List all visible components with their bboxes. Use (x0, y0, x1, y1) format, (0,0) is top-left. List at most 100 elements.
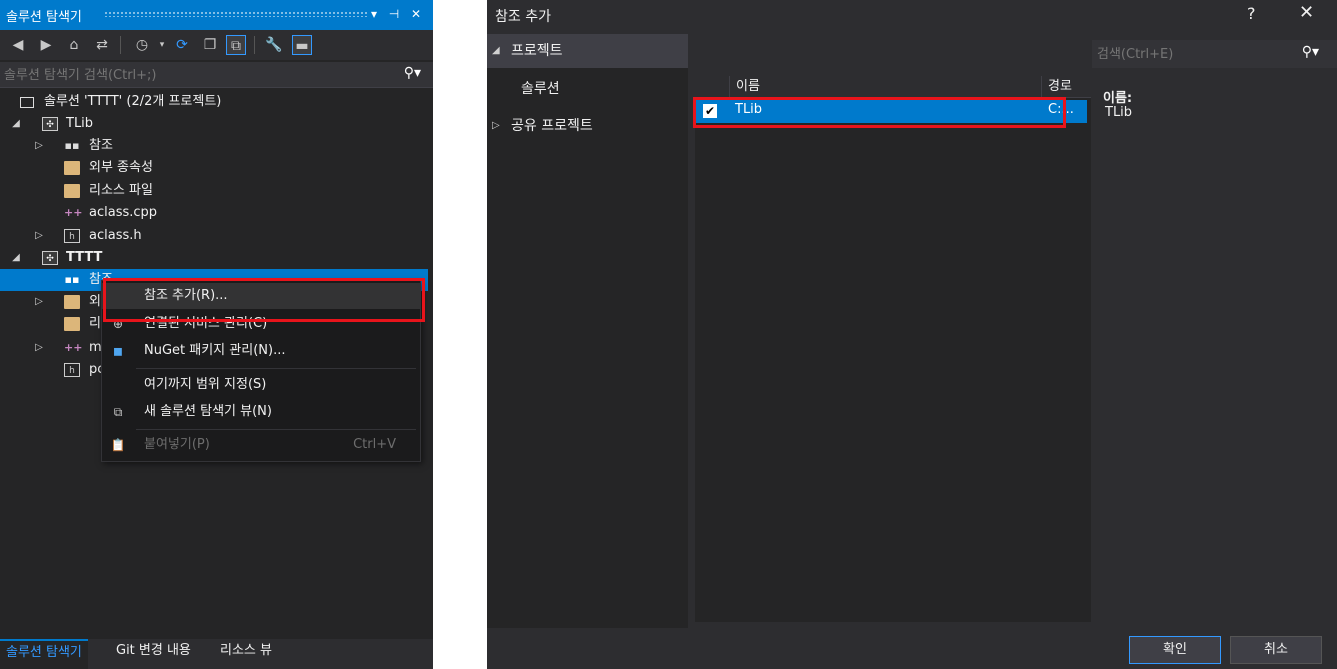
folder-icon (64, 295, 80, 309)
expanded-arrow-icon[interactable]: ◢ (492, 34, 500, 68)
solution-explorer-panel: 솔루션 탐색기 ▾ ⊣ ✕ ◀ ▶ ⌂ ⇄ ◷ ▾ ⟳ ❐ ⧉ 🔧 ▬ ⚲▾ 솔… (0, 0, 433, 669)
menu-item-paste[interactable]: 📋 붙여넣기(P) Ctrl+V (102, 432, 420, 458)
tree-item-label: 리 (89, 316, 101, 331)
folder-icon (64, 317, 80, 331)
tree-item-label: aclass.cpp (89, 205, 158, 220)
tree-item-label: 외 (89, 294, 101, 309)
nav-label: 솔루션 (521, 81, 560, 97)
menu-item-label: 여기까지 범위 지정(S) (144, 377, 267, 392)
tree-item-label: aclass.h (89, 228, 142, 243)
cpp-project-icon: ✣ (42, 117, 58, 131)
collapsed-arrow-icon[interactable]: ▷ (33, 337, 45, 359)
menu-item-label: 새 솔루션 탐색기 뷰(N) (144, 404, 272, 419)
nav-solution[interactable]: 솔루션 (487, 72, 688, 106)
pin-icon[interactable]: ⊣ (386, 5, 402, 23)
references-icon: ▪▪ (64, 139, 80, 152)
new-view-icon: ⧉ (113, 405, 123, 419)
tree-item-aclass-h[interactable]: ▷ h aclass.h (0, 225, 433, 247)
collapsed-arrow-icon[interactable]: ▷ (33, 135, 45, 157)
list-header: 이름 경로 (695, 76, 1091, 98)
search-icon[interactable]: ⚲▾ (1302, 44, 1319, 60)
tab-resource-view[interactable]: 리소스 뷰 (214, 639, 278, 669)
cancel-button[interactable]: 취소 (1230, 636, 1322, 664)
tree-item-label: 참조 (89, 138, 113, 153)
collapsed-arrow-icon[interactable]: ▷ (492, 109, 500, 143)
tree-item-resource-files[interactable]: 리소스 파일 (0, 180, 433, 202)
forward-icon[interactable]: ▶ (36, 35, 56, 55)
detail-name-value: TLib (1105, 105, 1133, 120)
tree-item-label: m (89, 340, 102, 355)
menu-separator (136, 368, 416, 369)
tree-item-aclass-cpp[interactable]: ++ aclass.cpp (0, 202, 433, 224)
cpp-file-icon: ++ (64, 341, 83, 354)
menu-item-label: 붙여넣기(P) (144, 437, 210, 452)
menu-item-shortcut: Ctrl+V (353, 437, 396, 452)
header-file-icon: h (64, 363, 80, 377)
ok-button[interactable]: 확인 (1129, 636, 1221, 664)
nav-label: 프로젝트 (511, 43, 563, 59)
expanded-arrow-icon[interactable]: ◢ (10, 113, 22, 135)
cpp-file-icon: ++ (64, 206, 83, 219)
switch-views-icon[interactable]: ⇄ (92, 35, 112, 55)
nav-label: 공유 프로젝트 (511, 118, 593, 134)
nuget-icon: ◼ (113, 344, 123, 358)
pending-changes-filter-icon[interactable]: ◷ (132, 35, 152, 55)
tree-item-label: TTTT (66, 250, 103, 265)
close-icon[interactable]: ✕ (1299, 2, 1314, 23)
toolbar-separator (120, 36, 121, 54)
column-header-name[interactable]: 이름 (729, 76, 1041, 98)
solution-explorer-bottom-tabs: 솔루션 탐색기 Git 변경 내용 리소스 뷰 (0, 639, 433, 669)
dialog-titlebar: 참조 추가 ? ✕ (487, 0, 1337, 32)
show-all-files-icon[interactable]: ⧉ (226, 35, 246, 55)
folder-icon (64, 161, 80, 175)
chevron-down-icon[interactable]: ▾ (152, 35, 172, 55)
collapse-all-icon[interactable]: ❐ (200, 35, 220, 55)
column-header-path[interactable]: 경로 (1041, 76, 1087, 98)
solution-explorer-title: 솔루션 탐색기 (6, 10, 82, 25)
detail-name-label: 이름: (1103, 91, 1133, 106)
menu-item-scope-to-this[interactable]: 여기까지 범위 지정(S) (102, 372, 420, 398)
collapsed-arrow-icon[interactable]: ▷ (33, 225, 45, 247)
solution-icon (20, 97, 34, 108)
sync-icon[interactable]: ⟳ (172, 35, 192, 55)
properties-wrench-icon[interactable]: 🔧 (264, 35, 284, 55)
tab-git-changes[interactable]: Git 변경 내용 (110, 639, 197, 669)
tree-item-project-tlib[interactable]: ◢ ✣ TLib (0, 113, 433, 135)
tree-item-external-dependencies[interactable]: 외부 종속성 (0, 157, 433, 179)
solution-explorer-toolbar: ◀ ▶ ⌂ ⇄ ◷ ▾ ⟳ ❐ ⧉ 🔧 ▬ (0, 30, 433, 60)
preview-selected-items-icon[interactable]: ▬ (292, 35, 312, 55)
tree-item-project-tttt[interactable]: ◢ ✣ TTTT (0, 247, 433, 269)
highlight-box-tlib-row (693, 97, 1066, 128)
close-icon[interactable]: ✕ (408, 5, 424, 23)
titlebar-grip[interactable] (104, 11, 369, 17)
help-icon[interactable]: ? (1247, 4, 1256, 23)
tree-item-label: 리소스 파일 (89, 183, 153, 198)
search-icon[interactable]: ⚲▾ (404, 65, 421, 81)
toolbar-separator (254, 36, 255, 54)
search-input[interactable] (1097, 44, 1297, 64)
tab-solution-explorer[interactable]: 솔루션 탐색기 (0, 639, 88, 669)
menu-item-new-solution-explorer-view[interactable]: ⧉ 새 솔루션 탐색기 뷰(N) (102, 399, 420, 425)
nav-shared-projects[interactable]: ▷ 공유 프로젝트 (487, 109, 688, 143)
collapsed-arrow-icon[interactable]: ▷ (33, 291, 45, 313)
tree-item-solution[interactable]: 솔루션 'TTTT' (2/2개 프로젝트) (0, 91, 433, 113)
dialog-search-box: ⚲▾ (1092, 40, 1337, 68)
cpp-project-icon: ✣ (42, 251, 58, 265)
tree-item-label: 솔루션 'TTTT' (2/2개 프로젝트) (44, 94, 222, 109)
dialog-nav-pane: ◢ 프로젝트 솔루션 ▷ 공유 프로젝트 (487, 34, 688, 628)
menu-item-manage-nuget[interactable]: ◼ NuGet 패키지 관리(N)... (102, 338, 420, 364)
search-input[interactable] (4, 65, 384, 85)
window-position-dropdown-icon[interactable]: ▾ (366, 5, 382, 23)
add-reference-dialog: 참조 추가 ? ✕ ◢ 프로젝트 솔루션 ▷ 공유 프로젝트 ⚲▾ 이름 경로 … (487, 0, 1337, 669)
back-icon[interactable]: ◀ (8, 35, 28, 55)
tree-item-references[interactable]: ▷ ▪▪ 참조 (0, 135, 433, 157)
solution-explorer-search: ⚲▾ (0, 62, 433, 88)
solution-explorer-titlebar: 솔루션 탐색기 ▾ ⊣ ✕ (0, 0, 433, 30)
home-icon[interactable]: ⌂ (64, 35, 84, 55)
dialog-title: 참조 추가 (495, 9, 551, 25)
menu-separator (136, 429, 416, 430)
expanded-arrow-icon[interactable]: ◢ (10, 247, 22, 269)
highlight-box-add-reference (103, 278, 425, 322)
nav-projects[interactable]: ◢ 프로젝트 (487, 34, 688, 68)
tree-item-label: TLib (66, 116, 94, 131)
